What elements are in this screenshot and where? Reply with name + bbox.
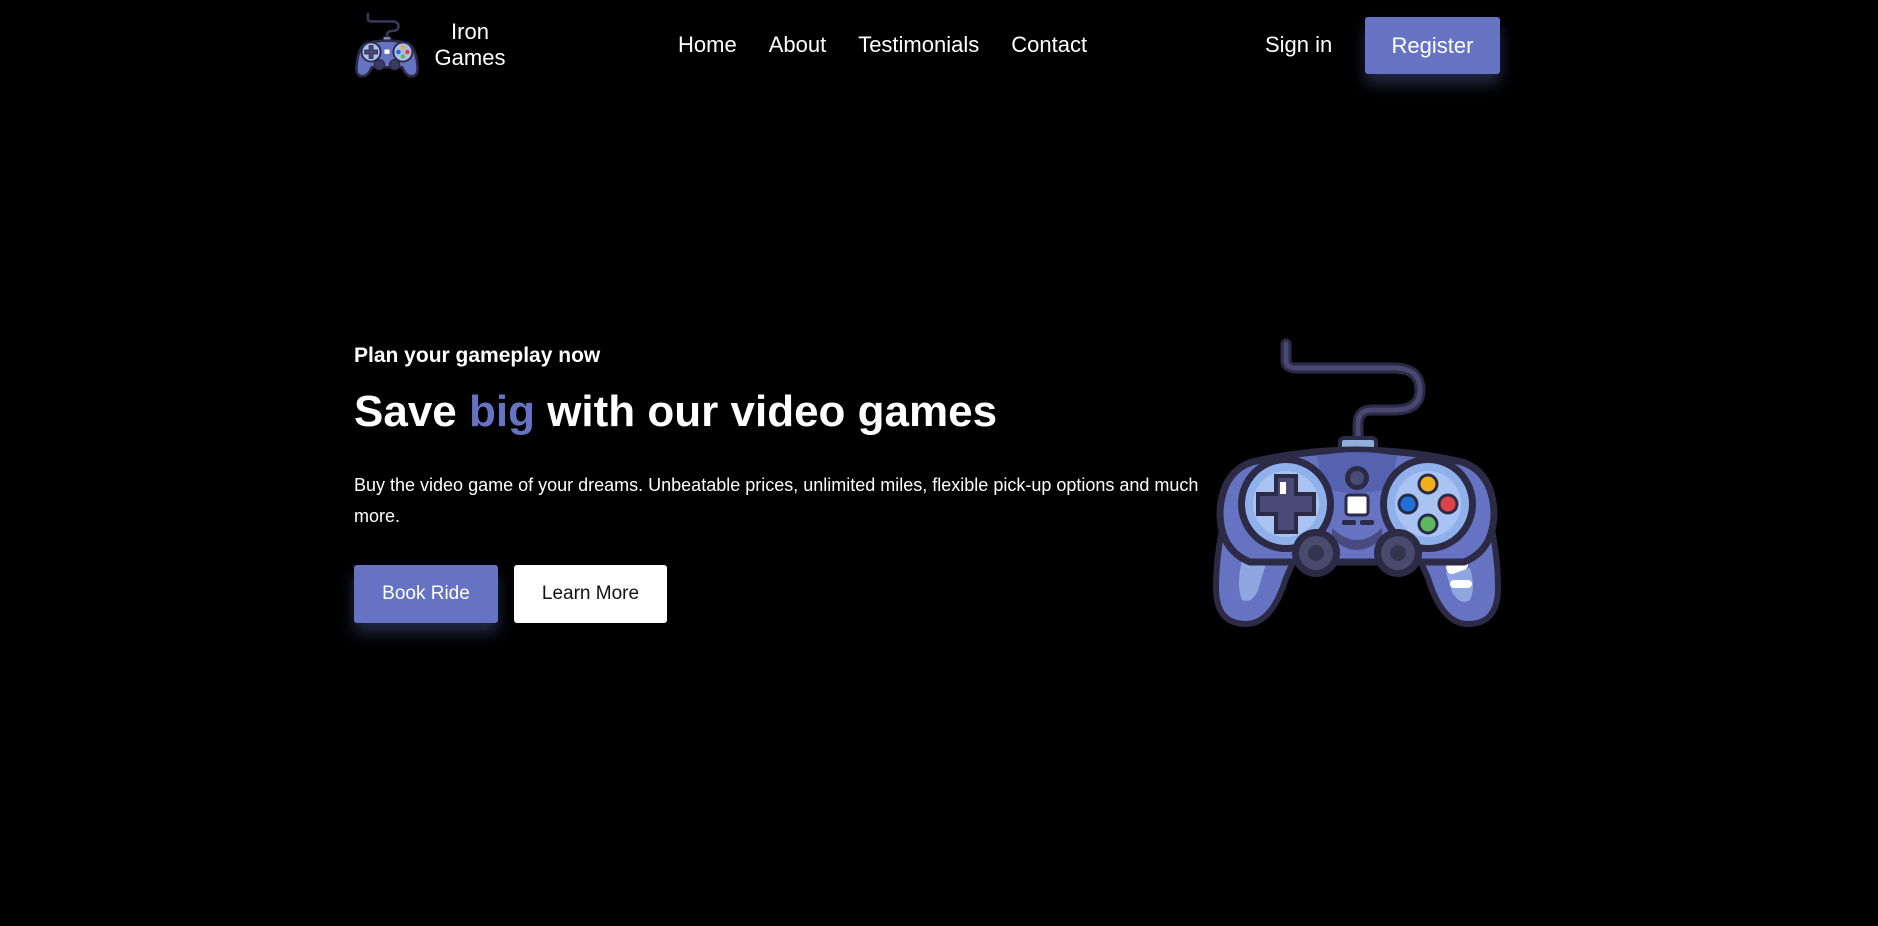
hero-subtitle: Plan your gameplay now: [354, 344, 601, 367]
gamepad-icon: [355, 12, 419, 78]
hero-title-accent: big: [468, 387, 535, 436]
nav-item-contact: Contact: [1011, 32, 1087, 58]
register-button[interactable]: Register: [1365, 17, 1500, 74]
brand-name-line2: Games: [434, 45, 506, 70]
brand-name-line1: Iron: [451, 19, 489, 44]
brand-logo-link[interactable]: Iron Games: [354, 10, 514, 80]
signin-link[interactable]: Sign in: [1265, 32, 1332, 58]
hero-description: Buy the video game of your dreams. Unbea…: [354, 475, 1199, 526]
hero-title-start: Save: [354, 387, 469, 436]
book-ride-button[interactable]: Book Ride: [354, 565, 498, 623]
learn-more-button[interactable]: Learn More: [514, 565, 667, 623]
nav-item-testimonials: Testimonials: [858, 32, 979, 58]
navbar: Iron Games Home About Testimonials Conta…: [354, 10, 1500, 80]
nav-item-home: Home: [678, 32, 737, 58]
nav-links: Home About Testimonials Contact: [678, 32, 1087, 58]
gamepad-icon: [1212, 338, 1502, 628]
nav-link-testimonials[interactable]: Testimonials: [858, 32, 979, 58]
hero-title: Save big with our video games: [354, 386, 997, 438]
nav-link-about[interactable]: About: [769, 32, 827, 58]
hero-title-end: with our video games: [534, 387, 998, 436]
landing-page: Iron Games Home About Testimonials Conta…: [0, 0, 1878, 926]
nav-link-home[interactable]: Home: [678, 32, 737, 58]
brand-name: Iron Games: [434, 19, 506, 71]
nav-link-contact[interactable]: Contact: [1011, 32, 1087, 58]
nav-item-about: About: [769, 32, 827, 58]
